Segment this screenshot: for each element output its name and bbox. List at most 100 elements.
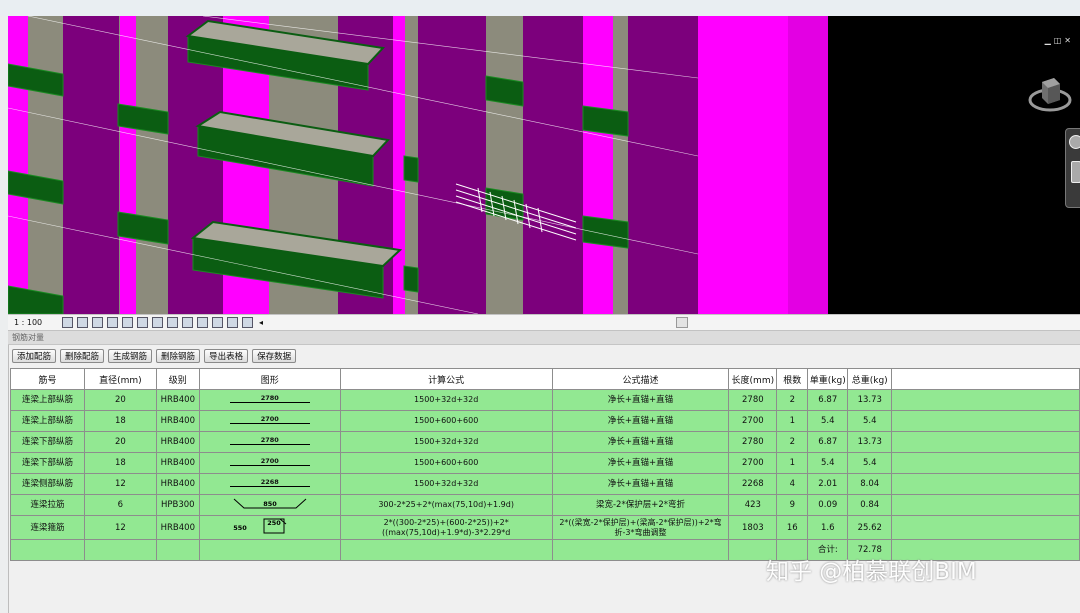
pin-icon[interactable] xyxy=(242,317,253,328)
column-header[interactable]: 直径(mm) xyxy=(83,368,157,390)
delete-rebar-button[interactable]: 删除钢筋 xyxy=(156,349,201,363)
3d-model-view[interactable] xyxy=(8,16,1080,314)
cell-description[interactable]: 梁宽-2*保护层+2*弯折 xyxy=(551,494,730,516)
cell-unit-weight[interactable]: 6.87 xyxy=(807,431,849,453)
cell-grade[interactable]: HRB400 xyxy=(155,452,200,474)
add-reinforcement-button[interactable]: 添加配筋 xyxy=(12,349,57,363)
cell-count[interactable]: 1 xyxy=(776,452,809,474)
cell-unit-weight[interactable]: 6.87 xyxy=(807,389,849,411)
cell-description[interactable]: 净长+直锚+直锚 xyxy=(551,431,730,453)
cell-unit-weight[interactable]: 5.4 xyxy=(807,410,849,432)
cell-total-weight[interactable]: 5.4 xyxy=(847,452,893,474)
visual-style-icon[interactable] xyxy=(77,317,88,328)
cell-formula[interactable]: 1500+32d+32d xyxy=(339,473,553,495)
cell-formula[interactable]: 2*((300-2*25)+(600-2*25))+2*((max(75,10d… xyxy=(339,515,553,540)
cell-grade[interactable]: HRB400 xyxy=(155,389,200,411)
window-controls[interactable]: ▁◫✕ xyxy=(1045,36,1074,45)
table-row[interactable]: 连梁上部纵筋 20 HRB400 2780 1500+32d+32d 净长+直锚… xyxy=(10,389,1080,411)
cell-shape[interactable]: 850 xyxy=(198,494,341,516)
cell-length[interactable]: 1803 xyxy=(728,515,778,540)
cell-description[interactable]: 净长+直锚+直锚 xyxy=(551,473,730,495)
cell-name[interactable]: 连梁上部纵筋 xyxy=(10,389,85,411)
cell-name[interactable]: 连梁下部纵筋 xyxy=(10,431,85,453)
cell-diameter[interactable]: 18 xyxy=(83,410,157,432)
table-row[interactable]: 连梁箍筋 12 HRB400 550 250 2*((300-2*25)+(60… xyxy=(10,515,1080,540)
cell-total-weight[interactable]: 13.73 xyxy=(847,389,893,411)
cell-name[interactable]: 连梁箍筋 xyxy=(10,515,85,540)
cell-length[interactable]: 2700 xyxy=(728,410,778,432)
constraints-icon[interactable] xyxy=(227,317,238,328)
cell-total-weight[interactable]: 13.73 xyxy=(847,431,893,453)
3d-viewport[interactable]: ▁◫✕ xyxy=(8,16,1080,314)
cell-shape[interactable]: 2268 xyxy=(198,473,341,495)
cell-description[interactable]: 2*((梁宽-2*保护层)+(梁高-2*保护层))+2*弯折-3*弯曲调整 xyxy=(551,515,730,540)
save-data-button[interactable]: 保存数据 xyxy=(252,349,297,363)
column-header[interactable]: 计算公式 xyxy=(339,368,553,390)
shadows-icon[interactable] xyxy=(107,317,118,328)
cell-unit-weight[interactable]: 0.09 xyxy=(807,494,849,516)
column-header[interactable]: 级别 xyxy=(155,368,200,390)
cell-formula[interactable]: 1500+600+600 xyxy=(339,452,553,474)
cell-name[interactable]: 连梁侧部纵筋 xyxy=(10,473,85,495)
cell-diameter[interactable]: 20 xyxy=(83,389,157,411)
cell-count[interactable]: 16 xyxy=(776,515,809,540)
temporary-hide-icon[interactable] xyxy=(167,317,178,328)
cell-shape[interactable]: 2700 xyxy=(198,452,341,474)
table-row[interactable]: 连梁侧部纵筋 12 HRB400 2268 1500+32d+32d 净长+直锚… xyxy=(10,473,1080,495)
column-header[interactable]: 总重(kg) xyxy=(847,368,893,390)
table-row[interactable]: 连梁下部纵筋 20 HRB400 2780 1500+32d+32d 净长+直锚… xyxy=(10,431,1080,453)
cell-grade[interactable]: HPB300 xyxy=(155,494,200,516)
delete-reinforcement-button[interactable]: 删除配筋 xyxy=(60,349,105,363)
reveal-hidden-icon[interactable] xyxy=(182,317,193,328)
table-row[interactable]: 连梁下部纵筋 18 HRB400 2700 1500+600+600 净长+直锚… xyxy=(10,452,1080,474)
cell-name[interactable]: 连梁拉筋 xyxy=(10,494,85,516)
cell-total-weight[interactable]: 8.04 xyxy=(847,473,893,495)
column-header[interactable]: 公式描述 xyxy=(551,368,730,390)
cell-diameter[interactable]: 12 xyxy=(83,473,157,495)
cell-grade[interactable]: HRB400 xyxy=(155,431,200,453)
cell-total-weight[interactable]: 5.4 xyxy=(847,410,893,432)
scroll-left-icon[interactable]: ◂ xyxy=(259,318,263,327)
cell-description[interactable]: 净长+直锚+直锚 xyxy=(551,452,730,474)
generate-rebar-button[interactable]: 生成钢筋 xyxy=(108,349,153,363)
column-header[interactable]: 单重(kg) xyxy=(807,368,849,390)
cell-shape[interactable]: 2780 xyxy=(198,431,341,453)
show-crop-icon[interactable] xyxy=(137,317,148,328)
cell-grade[interactable]: HRB400 xyxy=(155,515,200,540)
cell-description[interactable]: 净长+直锚+直锚 xyxy=(551,389,730,411)
cell-length[interactable]: 423 xyxy=(728,494,778,516)
cell-diameter[interactable]: 6 xyxy=(83,494,157,516)
cell-length[interactable]: 2268 xyxy=(728,473,778,495)
cell-count[interactable]: 9 xyxy=(776,494,809,516)
cell-formula[interactable]: 300-2*25+2*(max(75,10d)+1.9d) xyxy=(339,494,553,516)
cell-name[interactable]: 连梁下部纵筋 xyxy=(10,452,85,474)
export-table-button[interactable]: 导出表格 xyxy=(204,349,249,363)
cell-name[interactable]: 连梁上部纵筋 xyxy=(10,410,85,432)
minimize-icon[interactable]: ▁ xyxy=(1045,36,1054,45)
cell-count[interactable]: 2 xyxy=(776,389,809,411)
cell-description[interactable]: 净长+直锚+直锚 xyxy=(551,410,730,432)
cell-total-weight[interactable]: 0.84 xyxy=(847,494,893,516)
column-header[interactable]: 筋号 xyxy=(10,368,85,390)
cell-diameter[interactable]: 12 xyxy=(83,515,157,540)
cell-formula[interactable]: 1500+32d+32d xyxy=(339,431,553,453)
cell-count[interactable]: 2 xyxy=(776,431,809,453)
cell-total-weight[interactable]: 25.62 xyxy=(847,515,893,540)
cell-diameter[interactable]: 18 xyxy=(83,452,157,474)
sun-path-icon[interactable] xyxy=(92,317,103,328)
cell-formula[interactable]: 1500+32d+32d xyxy=(339,389,553,411)
cell-unit-weight[interactable]: 5.4 xyxy=(807,452,849,474)
cell-shape[interactable]: 2700 xyxy=(198,410,341,432)
navigation-bar[interactable] xyxy=(1065,128,1080,208)
crop-view-icon[interactable] xyxy=(122,317,133,328)
cell-diameter[interactable]: 20 xyxy=(83,431,157,453)
column-header[interactable]: 根数 xyxy=(776,368,809,390)
unlock-3d-icon[interactable] xyxy=(152,317,163,328)
cell-grade[interactable]: HRB400 xyxy=(155,410,200,432)
cell-count[interactable]: 1 xyxy=(776,410,809,432)
cell-length[interactable]: 2700 xyxy=(728,452,778,474)
detail-level-icon[interactable] xyxy=(62,317,73,328)
cell-shape[interactable]: 550 250 xyxy=(198,515,341,540)
view-scale[interactable]: 1 : 100 xyxy=(14,318,62,327)
highlight-icon[interactable] xyxy=(212,317,223,328)
